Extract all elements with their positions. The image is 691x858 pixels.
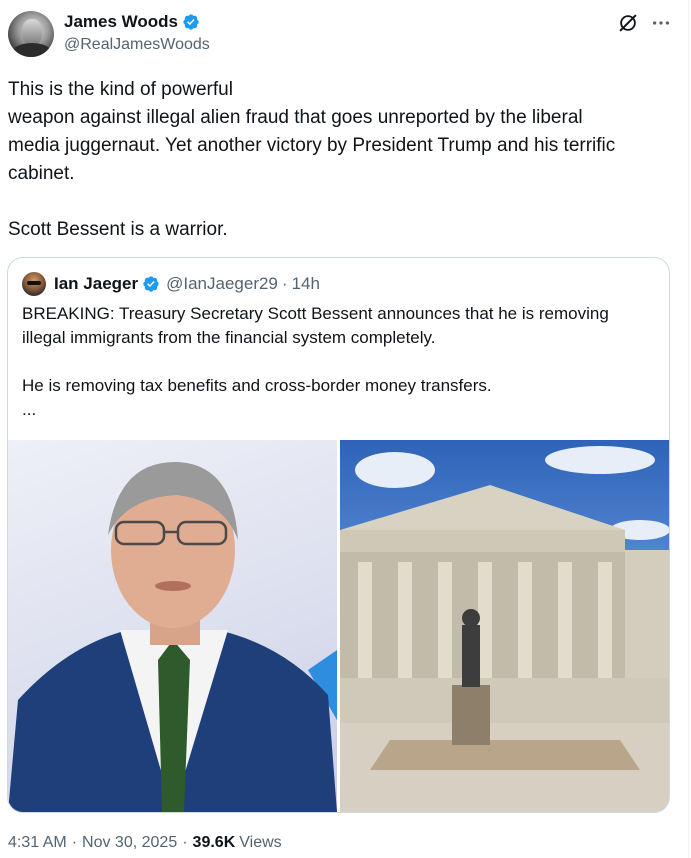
quoted-post-header: Ian Jaeger @IanJaeger29 · 14h — [22, 272, 320, 296]
post-text-line: This is the kind of powerful — [8, 79, 233, 100]
post-metadata: 4:31 AM · Nov 30, 2025 · 39.6K Views — [8, 832, 282, 854]
views-count[interactable]: 39.6K — [193, 834, 236, 852]
post-text: This is the kind of powerful weapon agai… — [8, 76, 678, 244]
author-handle[interactable]: @RealJamesWoods — [64, 36, 210, 54]
post-text-line: cabinet. — [8, 163, 75, 184]
quoted-author-name: Ian Jaeger — [54, 274, 139, 293]
post-text-line: media juggernaut. Yet another victory by… — [8, 135, 616, 156]
quoted-text-line: He is removing tax benefits and cross-bo… — [22, 376, 492, 395]
page-divider — [688, 0, 689, 858]
verified-badge-icon — [183, 14, 199, 30]
quoted-post-text: BREAKING: Treasury Secretary Scott Besse… — [22, 302, 657, 422]
quoted-author-handle: @IanJaeger29 — [166, 274, 278, 293]
author-name-row: James Woods — [64, 12, 200, 32]
post-text-line: weapon against illegal alien fraud that … — [8, 107, 583, 128]
post-time[interactable]: 4:31 AM — [8, 834, 67, 852]
separator-dot: · — [281, 274, 288, 293]
post-text-closing-line: Scott Bessent is a warrior. — [8, 219, 228, 240]
more-icon[interactable] — [650, 12, 672, 34]
views-label: Views — [239, 834, 282, 851]
post-date[interactable]: Nov 30, 2025 — [82, 834, 177, 852]
quoted-text-line: illegal immigrants from the financial sy… — [22, 328, 436, 347]
quoted-text-line: BREAKING: Treasury Secretary Scott Besse… — [22, 304, 609, 323]
author-display-name[interactable]: James Woods — [64, 12, 178, 32]
author-avatar[interactable] — [8, 11, 54, 57]
separator-dot: · — [182, 834, 188, 851]
quoted-post-time: 14h — [291, 274, 320, 293]
grok-icon[interactable] — [617, 12, 639, 34]
treasury-building-photo[interactable] — [340, 440, 669, 812]
quoted-post[interactable]: Ian Jaeger @IanJaeger29 · 14h BREAKING: … — [7, 257, 670, 813]
portrait-photo[interactable] — [8, 440, 337, 812]
post-header: James Woods @RealJamesWoods — [0, 0, 691, 64]
quoted-author-avatar — [22, 272, 46, 296]
verified-badge-icon — [143, 276, 159, 292]
quoted-text-ellipsis: ... — [22, 400, 37, 419]
quoted-post-media — [8, 440, 669, 812]
separator-dot: · — [71, 834, 78, 851]
